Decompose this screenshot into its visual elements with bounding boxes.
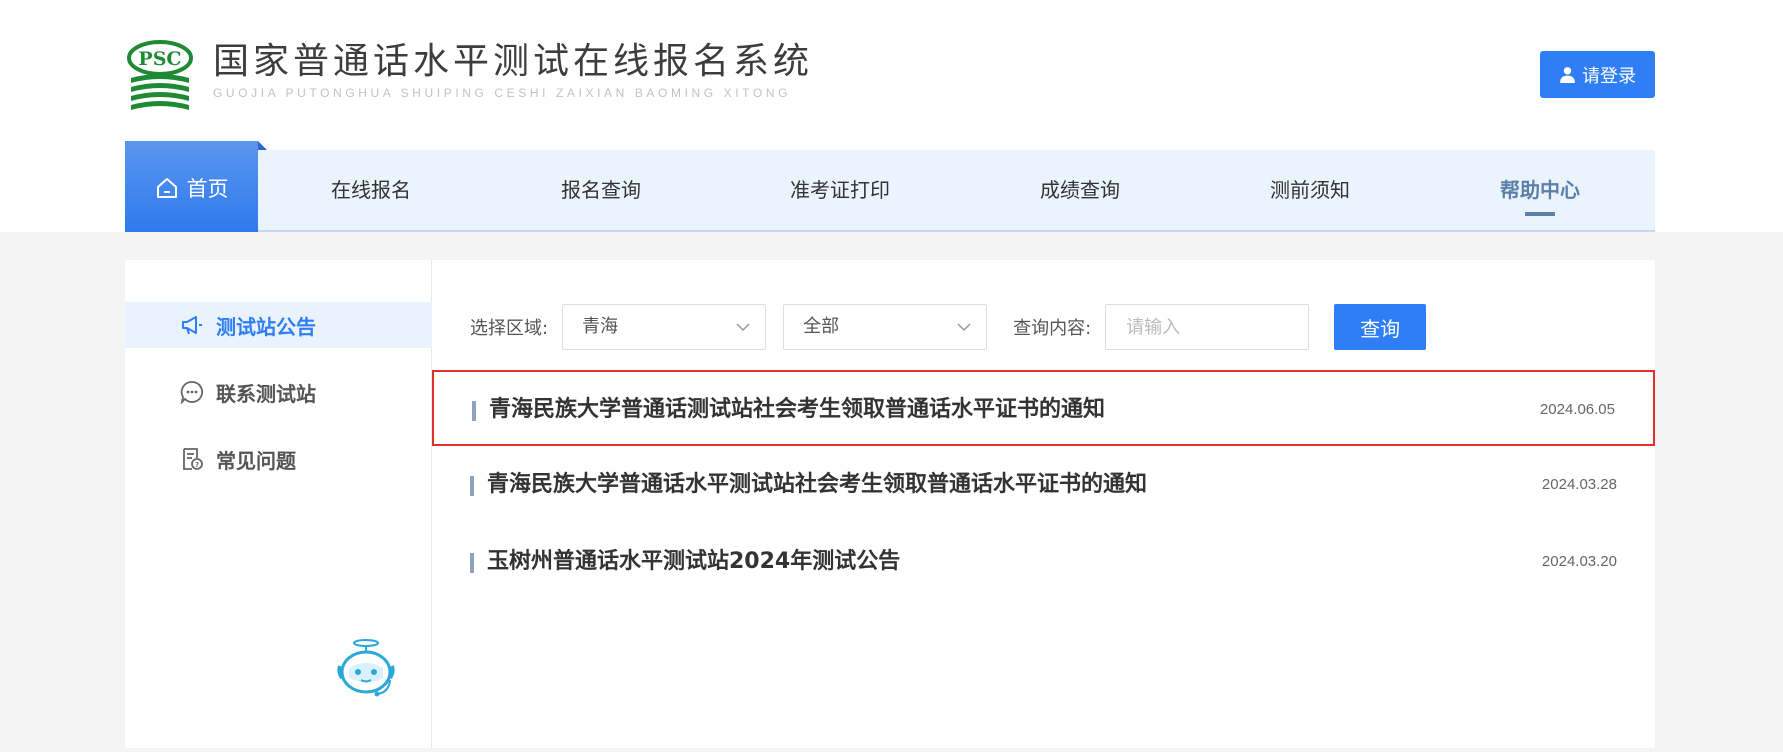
notice-date: 2024.03.28 [1541,476,1617,493]
notice-title[interactable]: 青海民族大学普通话水平测试站社会考生领取普通话水平证书的通知 [487,447,1147,523]
chat-icon [180,381,204,404]
notice-marker [472,401,476,421]
content-panel: 测试站公告 联系测试站 ? 常见问题 选择区域: 青海 全部 查询内容: 请输入… [125,260,1655,748]
notice-title[interactable]: 玉树州普通话水平测试站2024年测试公告 [487,524,900,600]
notice-title[interactable]: 青海民族大学普通话测试站社会考生领取普通话水平证书的通知 [489,372,1105,448]
nav-item-pretest-notes[interactable]: 测前须知 [1270,150,1350,230]
query-label: 查询内容: [1013,318,1092,339]
site-logo[interactable]: PSC 国家普通话水平测试在线报名系统 GUOJIA PUTONGHUA SHU… [125,40,813,112]
sidebar-label-contact-station: 联系测试站 [216,381,316,406]
login-label: 请登录 [1582,65,1636,87]
chevron-down-icon [957,323,971,332]
region-select-value: 青海 [582,316,619,337]
region-select[interactable]: 青海 [562,304,767,350]
user-icon [1560,67,1575,83]
scope-select[interactable]: 全部 [783,304,988,350]
nav-active-underline [1525,212,1555,216]
site-title: 国家普通话水平测试在线报名系统 [213,41,814,82]
filter-row: 选择区域: 青海 全部 查询内容: 查询 [470,304,1427,350]
nav-item-admission-print[interactable]: 准考证打印 [790,150,890,230]
notice-item[interactable]: 青海民族大学普通话测试站社会考生领取普通话水平证书的通知 2024.06.05 [432,370,1655,446]
nav-help-label: 帮助中心 [1500,178,1580,202]
svg-text:?: ? [195,461,199,469]
nav-item-home[interactable]: 首页 [125,141,267,234]
notice-item[interactable]: 青海民族大学普通话水平测试站社会考生领取普通话水平证书的通知 2024.03.2… [432,447,1655,523]
robot-assistant-icon[interactable] [333,638,399,700]
notice-item[interactable]: 玉树州普通话水平测试站2024年测试公告 2024.03.20 [432,524,1655,600]
sidebar-label-faq: 常见问题 [216,448,296,473]
sidebar-label-station-notice: 测试站公告 [216,314,316,339]
faq-document-icon: ? [183,448,203,470]
query-input[interactable] [1105,304,1310,350]
notice-date: 2024.03.20 [1541,553,1617,570]
site-pinyin: GUOJIA PUTONGHUA SHUIPING CESHI ZAIXIAN … [213,86,792,100]
notice-date: 2024.06.05 [1539,401,1615,418]
notice-marker [470,476,474,496]
scope-select-value: 全部 [803,316,840,337]
nav-item-score-query[interactable]: 成绩查询 [1040,150,1120,230]
region-label: 选择区域: [470,318,549,339]
sidebar: 测试站公告 联系测试站 ? 常见问题 [125,260,432,748]
psc-logo-icon: PSC [127,40,193,110]
nav-item-signup-query[interactable]: 报名查询 [561,150,641,230]
main-nav: 首页 在线报名 报名查询 准考证打印 成绩查询 测前须知 帮助中心 [125,141,1655,234]
logo-text: PSC [138,48,181,70]
sidebar-item-faq[interactable]: ? 常见问题 [125,436,432,482]
megaphone-icon [182,316,202,335]
header: PSC 国家普通话水平测试在线报名系统 GUOJIA PUTONGHUA SHU… [0,0,1783,234]
home-icon [156,177,177,198]
logo-text-block: 国家普通话水平测试在线报名系统 GUOJIA PUTONGHUA SHUIPIN… [213,40,813,100]
sidebar-item-station-notice[interactable]: 测试站公告 [125,302,432,348]
notice-marker [470,553,474,573]
nav-home-label: 首页 [186,176,229,201]
login-button[interactable]: 请登录 [1540,51,1655,98]
sidebar-item-contact-station[interactable]: 联系测试站 [125,369,432,415]
chevron-down-icon [736,323,750,332]
query-button[interactable]: 查询 [1334,304,1427,350]
nav-item-help-center[interactable]: 帮助中心 [1500,150,1580,230]
nav-item-online-signup[interactable]: 在线报名 [331,150,411,230]
